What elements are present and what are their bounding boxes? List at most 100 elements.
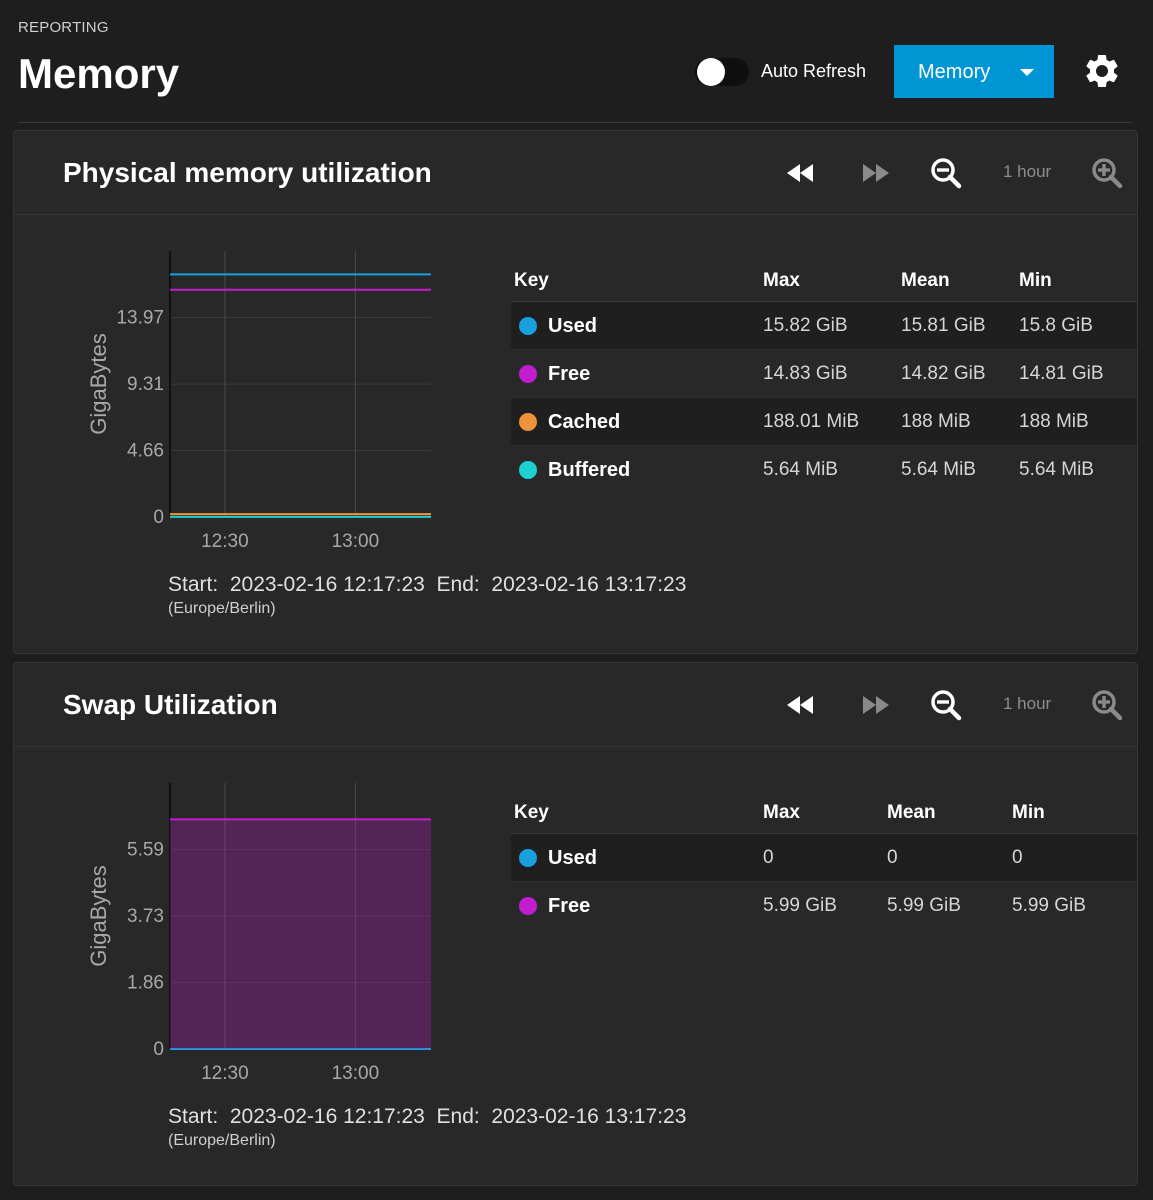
time-range-label: 1 hour bbox=[1003, 694, 1052, 713]
y-axis-label: GigaBytes bbox=[86, 865, 111, 967]
time-range-text: Start: 2023-02-16 12:17:23 End: 2023-02-… bbox=[168, 1105, 687, 1128]
legend-dot bbox=[519, 897, 537, 915]
time-range-label: 1 hour bbox=[1003, 162, 1052, 181]
legend-table: Key Max Mean Min Used 15.82 GiB 15.81 Gi… bbox=[511, 261, 1137, 493]
zoom-in-icon bbox=[1092, 158, 1123, 189]
x-tick-label: 12:30 bbox=[201, 531, 249, 552]
zoom-in-icon bbox=[1092, 690, 1123, 721]
step-forward-button[interactable] bbox=[855, 687, 895, 723]
x-tick-label: 12:30 bbox=[201, 1063, 249, 1084]
rewind-icon bbox=[787, 696, 813, 714]
step-forward-button[interactable] bbox=[855, 155, 895, 191]
timezone-text: (Europe/Berlin) bbox=[168, 1132, 276, 1149]
legend-header: Key Max Mean Min bbox=[511, 261, 1137, 302]
step-back-button[interactable] bbox=[781, 687, 821, 723]
rewind-icon bbox=[787, 164, 813, 182]
legend-max: 14.83 GiB bbox=[763, 363, 848, 384]
header-divider bbox=[18, 122, 1132, 123]
settings-button[interactable] bbox=[1082, 51, 1122, 91]
legend-dot bbox=[519, 849, 537, 867]
legend-name: Free bbox=[548, 363, 591, 385]
legend-max: 5.64 MiB bbox=[763, 459, 838, 480]
y-tick-label: 13.97 bbox=[116, 308, 164, 329]
x-tick-label: 13:00 bbox=[332, 531, 380, 552]
legend-col-max: Max bbox=[763, 802, 800, 823]
legend-mean: 14.82 GiB bbox=[901, 363, 986, 384]
legend-row: Free 14.83 GiB 14.82 GiB 14.81 GiB bbox=[511, 350, 1137, 398]
legend-table: Key Max Mean Min Used 0 0 0 Free 5.99 Gi… bbox=[511, 793, 1137, 929]
auto-refresh-toggle[interactable] bbox=[695, 58, 749, 86]
legend-min: 0 bbox=[1012, 847, 1023, 868]
time-range-text: Start: 2023-02-16 12:17:23 End: 2023-02-… bbox=[168, 573, 687, 596]
gear-icon bbox=[1086, 54, 1118, 87]
legend-col-key: Key bbox=[514, 270, 549, 291]
physical-memory-card: Physical memory utilization 1 hour 13.97… bbox=[13, 130, 1138, 654]
legend-dot bbox=[519, 461, 537, 479]
legend-name: Buffered bbox=[548, 459, 631, 481]
zoom-out-icon bbox=[931, 690, 962, 721]
toggle-knob bbox=[697, 58, 725, 86]
swap-utilization-card: Swap Utilization 1 hour 5.59 3.73 1.86 0 12:… bbox=[13, 662, 1138, 1186]
legend-row: Used 0 0 0 bbox=[511, 834, 1137, 882]
legend-header: Key Max Mean Min bbox=[511, 793, 1137, 834]
legend-row: Buffered 5.64 MiB 5.64 MiB 5.64 MiB bbox=[511, 446, 1137, 493]
swap-utilization-chart: 5.59 3.73 1.86 0 12:30 13:00 GigaBytes bbox=[86, 783, 431, 1084]
fast-forward-icon bbox=[863, 696, 889, 714]
legend-min: 188 MiB bbox=[1019, 411, 1089, 432]
legend-min: 5.64 MiB bbox=[1019, 459, 1094, 480]
legend-max: 0 bbox=[763, 847, 774, 868]
legend-col-mean: Mean bbox=[887, 802, 936, 823]
legend-mean: 188 MiB bbox=[901, 411, 971, 432]
y-tick-label: 5.59 bbox=[127, 839, 164, 860]
physical-memory-chart: 13.97 9.31 4.66 0 12:30 13:00 GigaBytes bbox=[86, 251, 431, 552]
legend-max: 188.01 MiB bbox=[763, 411, 860, 432]
legend-col-mean: Mean bbox=[901, 270, 950, 291]
zoom-out-button[interactable] bbox=[927, 155, 967, 191]
legend-dot bbox=[519, 413, 537, 431]
legend-name: Used bbox=[548, 847, 597, 869]
x-tick-label: 13:00 bbox=[332, 1063, 380, 1084]
zoom-in-button[interactable] bbox=[1088, 155, 1128, 191]
legend-min: 14.81 GiB bbox=[1019, 363, 1104, 384]
series-area-free bbox=[170, 819, 431, 1049]
report-select-label: Memory bbox=[918, 61, 991, 83]
legend-row: Free 5.99 GiB 5.99 GiB 5.99 GiB bbox=[511, 882, 1137, 929]
legend-max: 15.82 GiB bbox=[763, 315, 848, 336]
card-header: Swap Utilization 1 hour bbox=[14, 663, 1137, 747]
y-tick-label: 3.73 bbox=[127, 906, 164, 927]
legend-col-key: Key bbox=[514, 802, 549, 823]
legend-row: Cached 188.01 MiB 188 MiB 188 MiB bbox=[511, 398, 1137, 446]
legend-min: 15.8 GiB bbox=[1019, 315, 1093, 336]
legend-row: Used 15.82 GiB 15.81 GiB 15.8 GiB bbox=[511, 302, 1137, 350]
y-tick-label: 1.86 bbox=[127, 973, 164, 994]
card-header: Physical memory utilization 1 hour bbox=[14, 131, 1137, 215]
legend-max: 5.99 GiB bbox=[763, 895, 837, 916]
legend-name: Used bbox=[548, 315, 597, 337]
legend-name: Cached bbox=[548, 411, 621, 433]
legend-dot bbox=[519, 317, 537, 335]
legend-mean: 5.99 GiB bbox=[887, 895, 961, 916]
zoom-in-button[interactable] bbox=[1088, 687, 1128, 723]
step-back-button[interactable] bbox=[781, 155, 821, 191]
breadcrumb: REPORTING bbox=[18, 19, 109, 36]
zoom-out-button[interactable] bbox=[927, 687, 967, 723]
legend-col-min: Min bbox=[1019, 270, 1052, 291]
legend-col-max: Max bbox=[763, 270, 800, 291]
timezone-text: (Europe/Berlin) bbox=[168, 600, 276, 617]
legend-min: 5.99 GiB bbox=[1012, 895, 1086, 916]
legend-col-min: Min bbox=[1012, 802, 1045, 823]
report-select-button[interactable]: Memory bbox=[894, 45, 1054, 98]
chevron-down-icon bbox=[1020, 69, 1034, 76]
card-title: Physical memory utilization bbox=[63, 157, 432, 188]
y-tick-label: 4.66 bbox=[127, 440, 164, 461]
legend-dot bbox=[519, 365, 537, 383]
fast-forward-icon bbox=[863, 164, 889, 182]
y-tick-label: 0 bbox=[153, 507, 164, 528]
y-tick-label: 0 bbox=[153, 1039, 164, 1060]
legend-mean: 5.64 MiB bbox=[901, 459, 976, 480]
auto-refresh-label: Auto Refresh bbox=[761, 61, 867, 81]
y-axis-label: GigaBytes bbox=[86, 333, 111, 435]
y-tick-label: 9.31 bbox=[127, 374, 164, 395]
legend-mean: 15.81 GiB bbox=[901, 315, 986, 336]
legend-name: Free bbox=[548, 895, 591, 917]
